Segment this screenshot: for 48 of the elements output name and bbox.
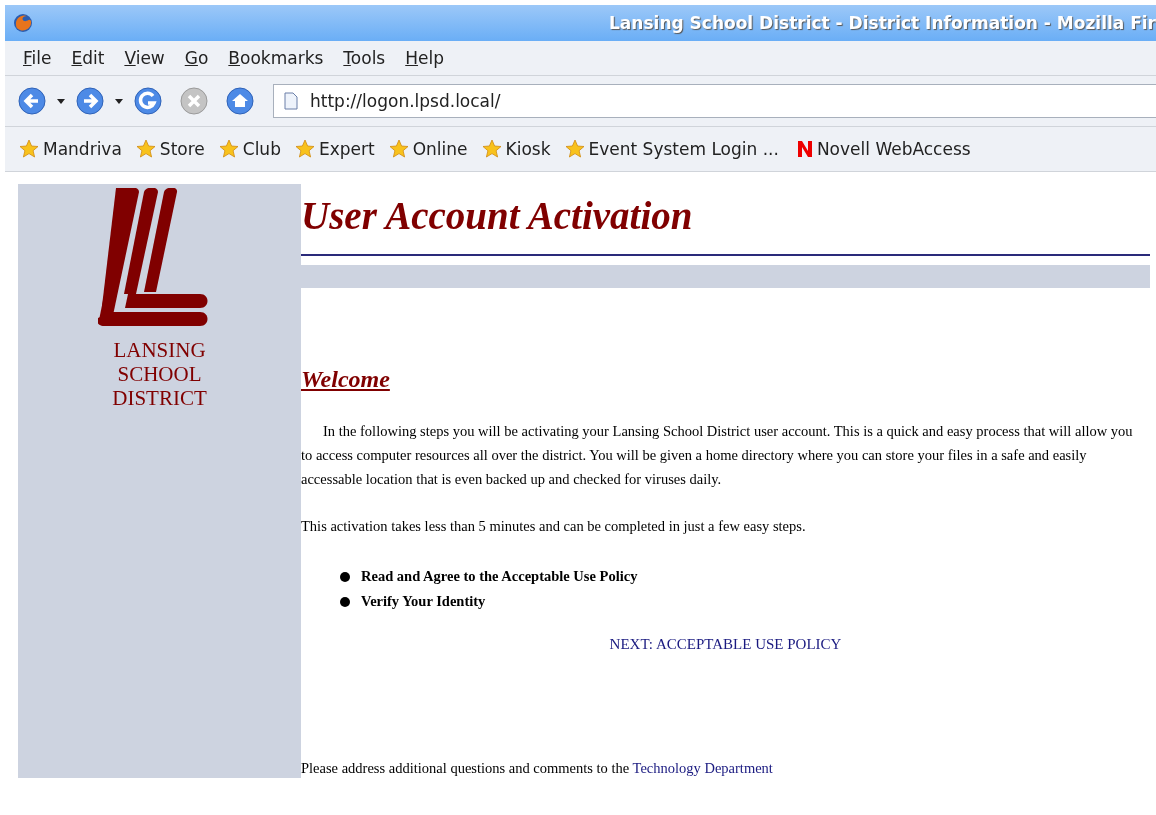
- reload-button[interactable]: [133, 86, 163, 116]
- contact-sentence: Please address additional questions and comments to the Technology Department: [301, 759, 774, 778]
- forward-button[interactable]: [75, 86, 105, 116]
- bookmark-item[interactable]: Store: [135, 139, 205, 159]
- bookmark-item[interactable]: Event System Login ...: [564, 139, 779, 159]
- star-icon: [135, 139, 156, 159]
- browser-logo-icon: [13, 13, 33, 33]
- bookmark-item[interactable]: Expert: [294, 139, 375, 159]
- bookmark-item[interactable]: Novell WebAccess: [796, 139, 971, 159]
- bookmark-item[interactable]: Club: [218, 139, 281, 159]
- next-link[interactable]: NEXT: ACCEPTABLE USE POLICY: [609, 636, 842, 652]
- menu-item[interactable]: File: [13, 48, 62, 68]
- bookmark-item[interactable]: Kiosk: [481, 139, 551, 159]
- stop-button[interactable]: [179, 86, 209, 116]
- star-icon: [294, 139, 315, 159]
- letter-n-icon: [796, 140, 813, 158]
- logo-text: LANSING: [112, 338, 207, 362]
- contact-link[interactable]: Technology Department: [632, 760, 773, 776]
- logo-text: DISTRICT: [112, 386, 207, 410]
- logo-text: SCHOOL: [116, 362, 203, 386]
- menu-item[interactable]: Help: [395, 48, 454, 68]
- paragraph: In the following steps you will be activating your Lansing School District user account. This is a quick and easy process that will allow you to access computer resources all over the district. You will be given a home directory where you can store your files in a safe and easily accessable location that is even backed up and checked for viruses daily.: [301, 422, 1134, 489]
- window-title: Lansing School District - District Information - Mozilla Fir: [609, 13, 1156, 33]
- step-item: Verify Your Identity: [361, 593, 486, 610]
- bullet-icon: [340, 571, 350, 582]
- star-icon: [481, 139, 502, 159]
- menu-item[interactable]: Tools: [333, 48, 396, 68]
- star-icon: [218, 139, 239, 159]
- home-button[interactable]: [225, 86, 255, 116]
- bullet-icon: [340, 596, 350, 607]
- star-icon: [564, 139, 585, 159]
- page-icon: [284, 92, 298, 110]
- step-item: Read and Agree to the Acceptable Use Policy: [361, 568, 638, 585]
- star-icon: [19, 139, 39, 159]
- address-field[interactable]: http://logon.lpsd.local/: [273, 84, 1156, 118]
- menu-item[interactable]: Bookmarks: [218, 48, 334, 68]
- section-heading: Welcome: [301, 365, 391, 394]
- page-heading: User Account Activation: [301, 193, 694, 239]
- menu-item[interactable]: Edit: [61, 48, 115, 68]
- menu-item[interactable]: Go: [174, 48, 219, 68]
- dropdown-arrow-icon[interactable]: [57, 98, 65, 104]
- bookmark-item[interactable]: Mandriva: [19, 139, 122, 159]
- dropdown-arrow-icon[interactable]: [115, 98, 123, 104]
- back-button[interactable]: [17, 86, 47, 116]
- menu-item[interactable]: View: [114, 48, 175, 68]
- star-icon: [388, 139, 409, 159]
- paragraph: This activation takes less than 5 minutes and can be completed in just a few easy steps.: [301, 517, 807, 536]
- bookmark-item[interactable]: Online: [388, 139, 468, 159]
